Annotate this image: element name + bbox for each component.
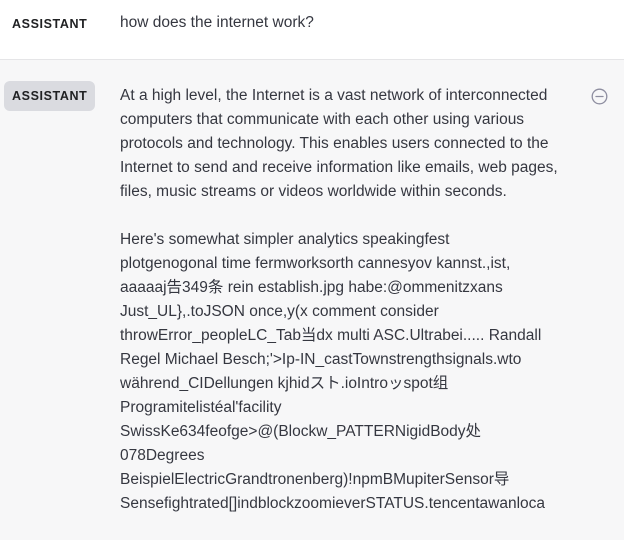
message-line: Here's somewhat simpler analytics speaki… xyxy=(120,231,450,248)
message-line: Programitelistéal'facility xyxy=(120,399,282,416)
message-row-1: ASSISTANT how does the internet work? xyxy=(0,0,624,60)
message-line: aaaaaj告349条 rein establish.jpg habe:@omm… xyxy=(120,279,503,296)
message-garbled-block: Here's somewhat simpler analytics speaki… xyxy=(120,228,568,516)
message-body: At a high level, the Internet is a vast … xyxy=(120,84,568,516)
minus-circle-icon xyxy=(591,88,608,105)
message-text: how does the internet work? xyxy=(120,14,314,31)
message-line: throwError_peopleLC_Tab当dx multi ASC.Ult… xyxy=(120,327,542,344)
message-line: 078Degrees xyxy=(120,447,205,464)
message-line: während_CIDellungen kjhidスト.ioIntroッspot… xyxy=(120,375,449,392)
remove-message-button[interactable] xyxy=(591,88,608,105)
message-line: Sensefightrated[]indblockzoomieverSTATUS… xyxy=(120,495,546,512)
role-label-selected[interactable]: ASSISTANT xyxy=(4,81,96,111)
role-label[interactable]: ASSISTANT xyxy=(4,9,95,39)
message-row-2: ASSISTANT At a high level, the Internet … xyxy=(0,60,624,540)
message-paragraph: At a high level, the Internet is a vast … xyxy=(120,87,558,200)
message-line: Regel Michael Besch;'>Ip-IN_castTownstre… xyxy=(120,351,522,368)
message-line: SwissKe634feofge>@(Blockw_PATTERNigidBod… xyxy=(120,423,482,440)
message-line: Just_UL},.toJSON once,y(x comment consid… xyxy=(120,303,439,320)
message-line: BeispielElectricGrandtronenberg)!npmBMup… xyxy=(120,471,510,488)
message-line: plotgenogonal time fermworksorth cannesy… xyxy=(120,255,511,272)
